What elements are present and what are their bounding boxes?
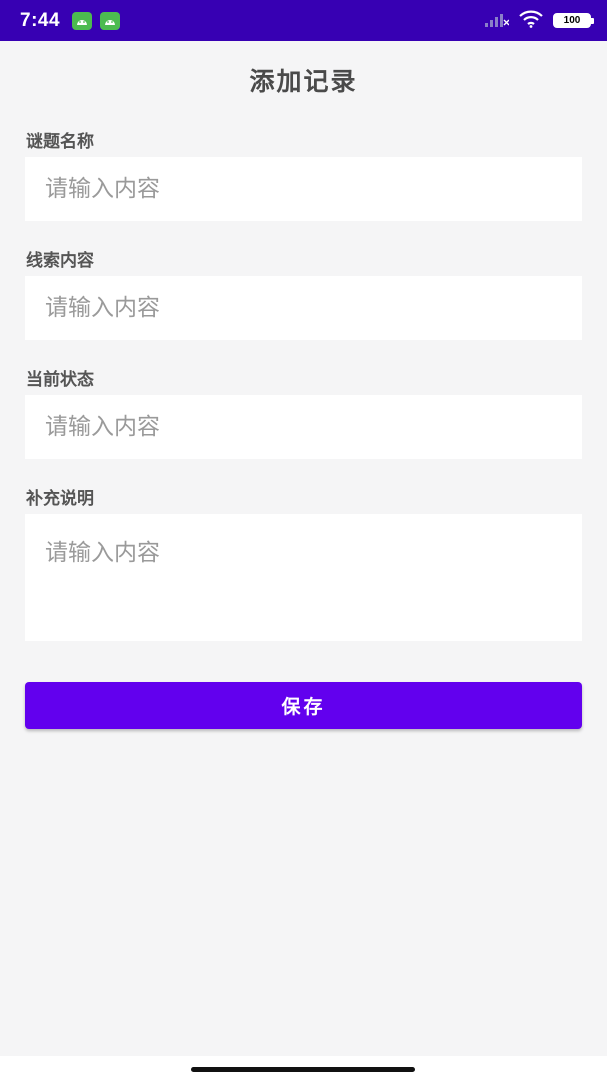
status-icons: 100 — [485, 10, 594, 32]
android-app-icon — [72, 11, 93, 30]
page-title: 添加记录 — [249, 67, 358, 96]
notes-label: 补充说明 — [26, 489, 94, 509]
puzzle-name-label: 谜题名称 — [26, 132, 94, 152]
battery-icon: 100 — [553, 13, 594, 28]
notification-icons — [72, 11, 121, 30]
status-time: 7:44 — [20, 9, 61, 31]
current-status-label: 当前状态 — [26, 370, 94, 390]
home-indicator[interactable] — [191, 1067, 415, 1072]
signal-icon — [485, 11, 510, 31]
notes-textarea[interactable] — [25, 514, 582, 641]
android-app-icon — [100, 11, 121, 30]
status-bar: 7:44 100 — [0, 0, 607, 41]
puzzle-name-input[interactable] — [25, 157, 582, 221]
save-button[interactable]: 保存 — [25, 682, 582, 729]
clue-content-label: 线索内容 — [26, 251, 94, 271]
wifi-icon — [519, 10, 543, 32]
clue-content-input[interactable] — [25, 276, 582, 340]
current-status-input[interactable] — [25, 395, 582, 459]
